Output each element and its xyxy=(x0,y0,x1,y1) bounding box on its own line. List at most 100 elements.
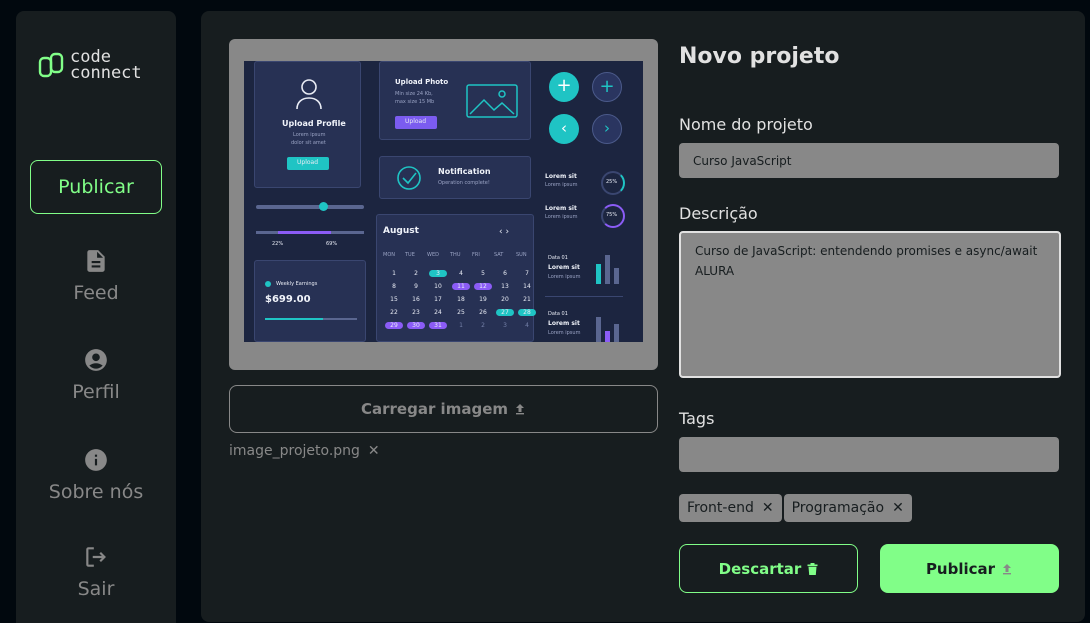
logo[interactable]: code connect xyxy=(38,49,142,83)
image-icon xyxy=(466,84,518,118)
tag-label: Front-end xyxy=(687,500,754,516)
calendar-day: 8 xyxy=(392,283,396,290)
mockup-slider xyxy=(256,205,364,209)
remove-tag-icon[interactable]: ✕ xyxy=(762,500,774,516)
mockup-bar xyxy=(596,317,601,342)
calendar-day: 21 xyxy=(523,296,531,303)
user-circle-icon xyxy=(85,349,107,371)
mockup-bar xyxy=(614,324,619,342)
upload-icon xyxy=(516,404,524,415)
mockup-button: Upload xyxy=(287,157,329,170)
mockup-text: Lorem ipsum xyxy=(548,330,581,336)
mockup-progress-fill xyxy=(265,318,323,320)
mockup-text: Lorem sit xyxy=(548,320,580,327)
calendar-day: 14 xyxy=(523,283,531,290)
tag-label: Programação xyxy=(791,500,885,516)
calendar-day: 16 xyxy=(412,296,420,303)
mockup-text: max size 15 Mb xyxy=(395,99,435,105)
calendar-day: 20 xyxy=(501,296,509,303)
mockup-chevron-right-icon: › xyxy=(592,114,622,144)
trash-icon xyxy=(807,562,818,575)
logo-icon xyxy=(38,52,64,78)
mockup-bar xyxy=(614,268,619,284)
description-textarea[interactable]: Curso de JavaScript: entendendo promises… xyxy=(679,231,1061,378)
calendar-day: 25 xyxy=(457,309,465,316)
tag-list: Front-end ✕ Programação ✕ xyxy=(679,494,912,522)
mockup-text: Data 01 xyxy=(548,311,568,317)
calendar-day: 1 xyxy=(459,322,463,329)
document-icon xyxy=(87,250,105,272)
sidebar-item-label: Sair xyxy=(77,578,115,600)
mockup-text: Data 01 xyxy=(548,255,568,261)
sidebar-item-perfil[interactable]: Perfil xyxy=(16,347,176,403)
calendar-weekday: THU xyxy=(450,252,461,258)
image-preview: Upload Profile Lorem ipsum dolor sit ame… xyxy=(229,39,658,370)
calendar-day: 30 xyxy=(407,322,425,329)
calendar-day: 4 xyxy=(525,322,529,329)
calendar-day: 3 xyxy=(429,270,447,277)
publish-button[interactable]: Publicar xyxy=(880,544,1059,593)
calendar-day: 11 xyxy=(452,283,470,290)
calendar-day: 5 xyxy=(481,270,485,277)
mockup-bar xyxy=(605,255,610,284)
mockup-dot xyxy=(265,281,271,287)
mockup-text: Lorem sit xyxy=(548,264,580,271)
mockup-chevrons: ‹ › xyxy=(499,227,510,237)
calendar-day: 9 xyxy=(414,283,418,290)
mockup-earnings-card: Weekly Earnings $699.00 xyxy=(254,260,366,342)
mockup-text: Min size 24 Kb, xyxy=(395,91,433,97)
mockup-slider-knob xyxy=(319,202,328,211)
mockup-text: Weekly Earnings xyxy=(276,281,318,287)
calendar-weekday: TUE xyxy=(405,252,415,258)
calendar-day: 3 xyxy=(503,322,507,329)
uploaded-file: image_projeto.png ✕ xyxy=(229,443,380,459)
calendar-day: 15 xyxy=(390,296,398,303)
new-project-panel: Upload Profile Lorem ipsum dolor sit ame… xyxy=(201,11,1085,622)
mockup-text: Lorem ipsum xyxy=(548,274,581,280)
mockup-text: dolor sit amet xyxy=(291,140,326,146)
calendar-day: 18 xyxy=(457,296,465,303)
calendar-day: 4 xyxy=(459,270,463,277)
tags-input[interactable] xyxy=(679,437,1059,472)
remove-tag-icon[interactable]: ✕ xyxy=(892,500,904,516)
mockup-upload-photo-card: Upload Photo Min size 24 Kb, max size 15… xyxy=(379,61,531,140)
calendar-weekday: SAT xyxy=(494,252,504,258)
check-circle-icon xyxy=(397,166,421,190)
calendar-day: 7 xyxy=(525,270,529,277)
mockup-text: Lorem ipsum xyxy=(293,132,326,138)
calendar-weekday: MON xyxy=(383,252,395,258)
mockup-plus-icon: + xyxy=(549,72,579,102)
tag-chip: Front-end ✕ xyxy=(679,494,782,522)
discard-button[interactable]: Descartar xyxy=(679,544,858,593)
mockup-chevron-left-icon: ‹ xyxy=(549,114,579,144)
mockup-text: 25% xyxy=(606,179,618,185)
mockup-text: 75% xyxy=(606,212,618,218)
upload-image-button[interactable]: Carregar imagem xyxy=(229,385,658,433)
sidebar-publish-button[interactable]: Publicar xyxy=(30,160,162,214)
mockup-text: Lorem ipsum xyxy=(545,214,578,220)
sidebar-item-feed[interactable]: Feed xyxy=(16,248,176,304)
mockup-text: Upload Photo xyxy=(395,78,449,86)
mockup-text: Lorem ipsum xyxy=(545,182,578,188)
page-title: Novo projeto xyxy=(679,44,840,69)
project-name-input[interactable] xyxy=(679,143,1059,178)
mockup-text: Lorem sit xyxy=(545,205,577,212)
mockup-text: Notification xyxy=(438,167,491,176)
sidebar: code connect Publicar Feed Perfil Sobre … xyxy=(16,11,176,623)
sidebar-item-sobre-nos[interactable]: Sobre nós xyxy=(16,447,176,503)
calendar-day: 29 xyxy=(385,322,403,329)
calendar-day: 13 xyxy=(501,283,509,290)
sidebar-item-sair[interactable]: Sair xyxy=(16,544,176,600)
mockup-text: 69% xyxy=(326,241,338,247)
calendar-day: 24 xyxy=(434,309,442,316)
calendar-day: 27 xyxy=(496,309,514,316)
remove-file-icon[interactable]: ✕ xyxy=(368,443,380,459)
logo-line-2: connect xyxy=(70,63,142,83)
user-icon xyxy=(296,79,322,110)
mockup-range-fill xyxy=(278,231,331,234)
mockup-bar xyxy=(596,264,601,284)
mockup-text: Lorem sit xyxy=(545,173,577,180)
calendar-day: 17 xyxy=(434,296,442,303)
mockup-upload-profile-card: Upload Profile Lorem ipsum dolor sit ame… xyxy=(254,61,361,188)
info-icon xyxy=(85,449,107,471)
